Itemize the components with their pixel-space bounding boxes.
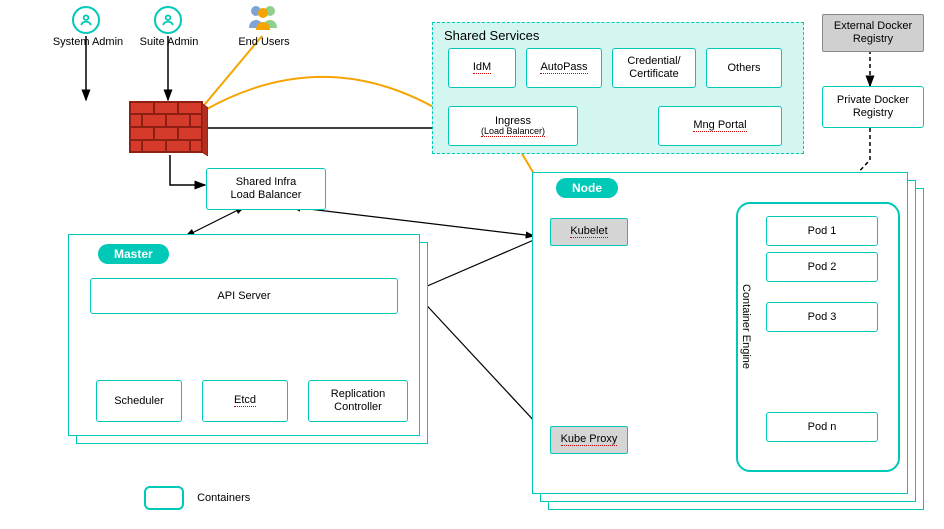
autopass-box: AutoPass <box>526 48 602 88</box>
legend-label: Containers <box>197 492 250 504</box>
kubelet-box: Kubelet <box>550 218 628 246</box>
etcd-box: Etcd <box>202 380 288 422</box>
node-title: Node <box>556 178 618 198</box>
container-engine-label: Container Engine <box>740 284 752 369</box>
ingress-box: Ingress (Load Balancer) <box>448 106 578 146</box>
mng-portal-box: Mng Portal <box>658 106 782 146</box>
master-title: Master <box>98 244 169 264</box>
others-box: Others <box>706 48 782 88</box>
external-docker-box: External Docker Registry <box>822 14 924 52</box>
legend: Containers <box>144 486 250 510</box>
replication-box: Replication Controller <box>308 380 408 422</box>
endusers-icon <box>246 2 282 35</box>
scheduler-box: Scheduler <box>96 380 182 422</box>
sysadmin-icon <box>72 6 100 34</box>
legend-swatch <box>144 486 184 510</box>
shared-services-title: Shared Services <box>444 28 539 43</box>
suiteadmin-label: Suite Admin <box>134 36 204 48</box>
ingress-label: Ingress <box>495 115 531 127</box>
sysadmin-label: System Admin <box>48 36 128 48</box>
private-docker-box: Private Docker Registry <box>822 86 924 128</box>
ingress-sub: (Load Balancer) <box>481 127 545 137</box>
pod1-box: Pod 1 <box>766 216 878 246</box>
pod2-box: Pod 2 <box>766 252 878 282</box>
podn-box: Pod n <box>766 412 878 442</box>
pod3-box: Pod 3 <box>766 302 878 332</box>
firewall-icon <box>128 100 208 159</box>
suiteadmin-icon <box>154 6 182 34</box>
credential-box: Credential/ Certificate <box>612 48 696 88</box>
shared-infra-lb: Shared Infra Load Balancer <box>206 168 326 210</box>
idm-box: IdM <box>448 48 516 88</box>
endusers-label: End Users <box>234 36 294 48</box>
kubeproxy-box: Kube Proxy <box>550 426 628 454</box>
api-server-box: API Server <box>90 278 398 314</box>
